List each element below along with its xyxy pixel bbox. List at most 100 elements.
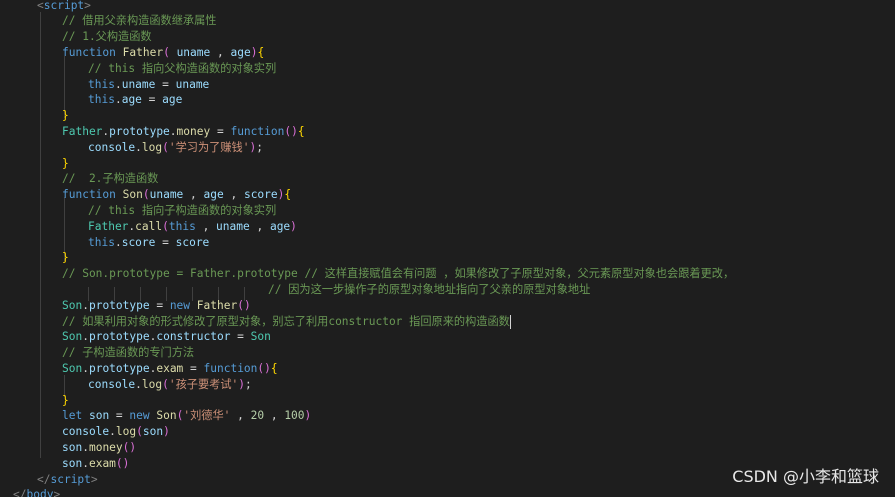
code-line[interactable]: Father.prototype.money = function(){ [62, 124, 305, 140]
code-token: . [114, 235, 122, 249]
code-token: { [297, 124, 305, 138]
code-token: // this 指向父构造函数的对象实列 [88, 61, 277, 75]
code-line[interactable]: // Son.prototype = Father.prototype // 这… [62, 266, 734, 282]
code-token: score [243, 188, 278, 202]
code-line[interactable]: console.log('学习为了赚钱'); [88, 140, 263, 156]
code-token: script [43, 0, 85, 12]
code-token: 100 [284, 409, 305, 423]
code-token: age [162, 93, 183, 107]
code-line[interactable]: </body> [13, 487, 60, 497]
code-line[interactable]: Son.prototype = new Father() [62, 298, 251, 314]
code-line[interactable]: // this 指向子构造函数的对象实列 [88, 203, 276, 219]
code-line[interactable]: this.uname = uname [88, 77, 209, 93]
code-line[interactable]: // 借用父亲构造函数继承属性 [62, 13, 216, 29]
code-token: { [257, 45, 265, 59]
code-token: 20 [250, 409, 265, 423]
code-token: ( [136, 425, 143, 439]
code-token: = [109, 409, 130, 423]
code-token: uname [121, 77, 156, 91]
code-token: '孩子要考试' [168, 377, 239, 391]
code-token: > [90, 472, 98, 486]
code-token: new [169, 298, 191, 312]
code-line[interactable]: son.exam() [62, 456, 129, 472]
code-token: </ [13, 488, 27, 497]
code-token: // 因为这一步操作子的原型对象地址指向了父亲的原型对象地址 [268, 282, 591, 296]
code-line[interactable]: // 因为这一步操作子的原型对象地址指向了父亲的原型对象地址 [268, 282, 590, 298]
code-token: () [237, 298, 251, 312]
code-line[interactable]: <script> [37, 0, 91, 13]
code-token: this [88, 77, 115, 91]
code-token: = [155, 235, 176, 249]
code-line[interactable]: console.log(son) [62, 424, 170, 440]
code-line[interactable]: } [62, 250, 69, 266]
code-line[interactable]: console.log('孩子要考试'); [88, 377, 252, 393]
code-token: () [122, 440, 137, 454]
code-token: { [270, 361, 278, 375]
code-token: , [264, 409, 285, 423]
code-token: log [141, 140, 163, 154]
code-token: . [82, 456, 89, 470]
code-token: . [82, 298, 89, 312]
code-line[interactable]: let son = new Son('刘德华' , 20 , 100) [62, 408, 311, 424]
code-token: prototype [88, 298, 150, 312]
code-line[interactable]: // this 指向父构造函数的对象实列 [88, 61, 276, 77]
code-line[interactable]: </script> [37, 472, 98, 488]
code-line[interactable]: } [62, 156, 69, 172]
code-token: } [62, 251, 69, 265]
code-line[interactable]: Son.prototype.constructor = Son [62, 329, 271, 345]
code-line[interactable]: Son.prototype.exam = function(){ [62, 361, 278, 377]
code-token: , [195, 219, 217, 233]
code-line[interactable]: // 1.父构造函数 [62, 29, 152, 45]
code-editor[interactable]: <script>// 借用父亲构造函数继承属性// 1.父构造函数 functio… [0, 0, 895, 497]
code-token: // Son.prototype = Father.prototype // 这… [62, 267, 735, 281]
code-token: } [62, 393, 69, 407]
code-token: , [210, 45, 231, 59]
code-token: new [129, 409, 150, 423]
code-token: '学习为了赚钱' [168, 140, 250, 154]
code-token: // 如果利用对象的形式修改了原型对象，别忘了利用constructor 指回原… [62, 314, 510, 328]
code-token: money [176, 124, 211, 138]
code-token: } [62, 156, 69, 170]
code-token: constructor [156, 330, 231, 344]
code-line[interactable]: function Son(uname , age , score){ [62, 187, 291, 203]
code-token: Son [122, 188, 143, 202]
code-token: } [62, 109, 69, 123]
code-token: // 子构造函数的专门方法 [62, 346, 195, 360]
code-token: // 2.子构造函数 [62, 172, 159, 186]
code-token: prototype [109, 124, 170, 138]
code-token: Son [156, 409, 177, 423]
code-token: , [223, 188, 244, 202]
code-line[interactable]: // 2.子构造函数 [62, 171, 158, 187]
code-line[interactable]: // 子构造函数的专门方法 [62, 345, 194, 361]
code-token: ( [162, 140, 169, 154]
code-token: () [115, 456, 130, 470]
code-line[interactable]: this.score = score [88, 235, 209, 251]
code-line[interactable]: // 如果利用对象的形式修改了原型对象，别忘了利用constructor 指回原… [62, 314, 511, 330]
code-token: money [88, 440, 123, 454]
code-token: Father [88, 219, 129, 233]
code-token: function [230, 124, 285, 138]
code-token: = [149, 298, 170, 312]
code-token: son [62, 456, 83, 470]
code-token: console [88, 140, 136, 154]
code-token: uname [149, 188, 184, 202]
code-token: body [26, 488, 54, 497]
code-token: son [88, 409, 110, 423]
code-line[interactable]: function Father( uname , age){ [62, 45, 264, 61]
code-line[interactable]: Father.call(this , uname , age) [88, 219, 297, 235]
code-token: uname [176, 45, 211, 59]
code-token: . [114, 93, 122, 107]
code-token: () [257, 361, 271, 375]
code-line[interactable]: this.age = age [88, 92, 182, 108]
code-line[interactable]: } [62, 108, 69, 124]
code-line[interactable]: } [62, 393, 69, 409]
code-token: ( [162, 377, 169, 391]
code-token: ( [162, 219, 169, 233]
code-token: . [114, 77, 122, 91]
code-token: console [62, 425, 110, 439]
code-line[interactable]: son.money() [62, 440, 136, 456]
code-token: son [62, 440, 83, 454]
code-token: age [269, 219, 291, 233]
